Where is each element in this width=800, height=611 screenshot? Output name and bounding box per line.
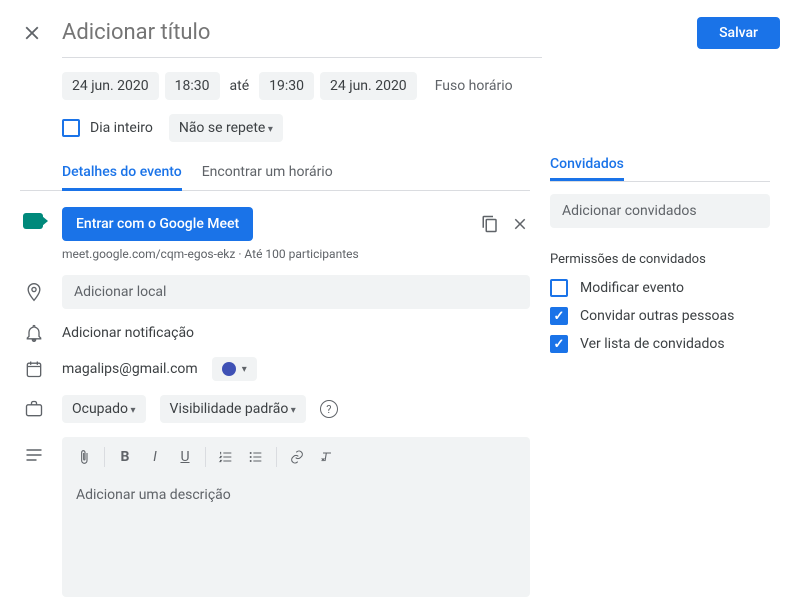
- event-title-input[interactable]: [62, 16, 679, 49]
- start-date-chip[interactable]: 24 jun. 2020: [62, 72, 159, 100]
- tab-find-time[interactable]: Encontrar um horário: [202, 156, 333, 190]
- add-notification-link[interactable]: Adicionar notificação: [62, 325, 194, 341]
- save-button[interactable]: Salvar: [697, 17, 780, 49]
- underline-icon[interactable]: U: [171, 443, 199, 471]
- permissions-title: Permissões de convidados: [550, 252, 770, 267]
- end-time-chip[interactable]: 19:30: [259, 72, 314, 100]
- link-icon[interactable]: [283, 443, 311, 471]
- calendar-icon: [20, 359, 48, 379]
- perm-seelist-label: Ver lista de convidados: [580, 336, 725, 352]
- location-input[interactable]: Adicionar local: [62, 275, 530, 309]
- location-icon: [20, 282, 48, 302]
- calendar-email: magalips@gmail.com: [62, 361, 198, 377]
- perm-modify-label: Modificar evento: [580, 280, 684, 296]
- repeat-dropdown[interactable]: Não se repete: [169, 114, 283, 142]
- help-icon[interactable]: ?: [320, 400, 338, 418]
- calendar-color-dropdown[interactable]: ▾: [212, 357, 257, 381]
- allday-checkbox[interactable]: [62, 119, 80, 137]
- visibility-dropdown[interactable]: Visibilidade padrão: [160, 395, 306, 423]
- bullet-list-icon[interactable]: [242, 443, 270, 471]
- start-time-chip[interactable]: 18:30: [165, 72, 220, 100]
- join-meet-button[interactable]: Entrar com o Google Meet: [62, 207, 253, 241]
- clear-format-icon[interactable]: [313, 443, 341, 471]
- to-label: até: [226, 72, 254, 100]
- busy-dropdown[interactable]: Ocupado: [62, 395, 146, 423]
- notification-icon: [20, 323, 48, 343]
- remove-meet-icon[interactable]: [510, 214, 530, 234]
- description-icon: [20, 445, 48, 465]
- numbered-list-icon[interactable]: [212, 443, 240, 471]
- description-input[interactable]: Adicionar uma descrição: [62, 477, 530, 587]
- meet-subtext: meet.google.com/cqm-egos-ekz · Até 100 p…: [62, 247, 530, 261]
- briefcase-icon: [20, 399, 48, 419]
- perm-invite-label: Convidar outras pessoas: [580, 308, 734, 324]
- add-guests-input[interactable]: Adicionar convidados: [550, 194, 770, 228]
- description-toolbar: B I U: [62, 437, 530, 477]
- italic-icon[interactable]: I: [141, 443, 169, 471]
- close-icon[interactable]: [20, 21, 44, 45]
- header-divider: [62, 57, 542, 58]
- end-date-chip[interactable]: 24 jun. 2020: [320, 72, 417, 100]
- perm-seelist-checkbox[interactable]: [550, 335, 568, 353]
- copy-link-icon[interactable]: [480, 214, 500, 234]
- meet-icon: [20, 213, 48, 235]
- tab-guests[interactable]: Convidados: [550, 156, 624, 181]
- timezone-link[interactable]: Fuso horário: [431, 72, 517, 100]
- perm-invite-checkbox[interactable]: [550, 307, 568, 325]
- perm-modify-checkbox[interactable]: [550, 279, 568, 297]
- allday-label: Dia inteiro: [86, 114, 157, 142]
- color-dot-icon: [222, 362, 236, 376]
- bold-icon[interactable]: B: [111, 443, 139, 471]
- attach-icon[interactable]: [70, 443, 98, 471]
- tab-event-details[interactable]: Detalhes do evento: [62, 156, 182, 191]
